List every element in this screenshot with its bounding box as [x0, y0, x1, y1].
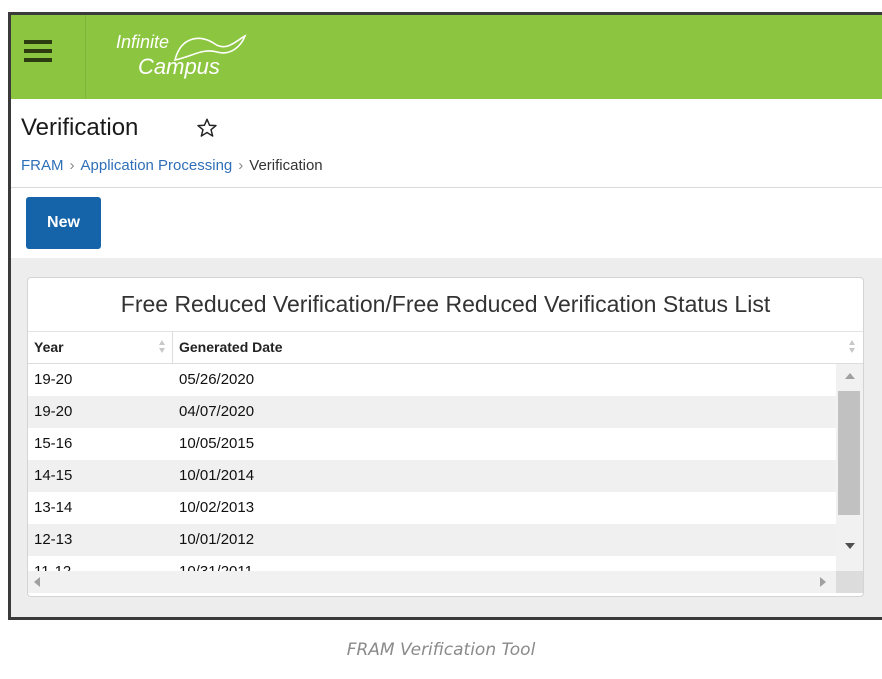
scrollbar-corner — [836, 571, 863, 593]
scroll-left-icon[interactable] — [34, 577, 40, 587]
scroll-down-icon[interactable] — [845, 543, 855, 549]
vertical-scrollbar[interactable] — [836, 364, 863, 571]
panel-title: Free Reduced Verification/Free Reduced V… — [28, 278, 863, 332]
column-header-generated-date[interactable]: Generated Date — [173, 331, 863, 363]
cell-year: 12-13 — [34, 531, 73, 548]
cell-year: 15-16 — [34, 435, 73, 452]
app-window: Infinite Campus Verification FRAM › Applic… — [8, 12, 882, 620]
scroll-right-icon[interactable] — [820, 577, 826, 587]
chevron-right-icon: › — [69, 157, 75, 174]
chevron-right-icon: › — [238, 157, 244, 174]
scroll-up-icon[interactable] — [845, 373, 855, 379]
breadcrumb-application-processing[interactable]: Application Processing — [81, 157, 233, 174]
column-header-year[interactable]: Year — [28, 331, 173, 363]
table-row[interactable]: 19-20 05/26/2020 — [28, 364, 836, 396]
logo-text-top: Infinite — [116, 32, 170, 52]
page-header: Verification FRAM › Application Processing… — [11, 99, 882, 188]
breadcrumb-verification: Verification — [249, 157, 323, 174]
top-bar: Infinite Campus — [11, 15, 882, 99]
sort-icon — [159, 340, 166, 354]
cell-generated-date: 10/05/2015 — [179, 435, 255, 452]
cell-year: 19-20 — [34, 403, 73, 420]
cell-generated-date: 10/01/2012 — [179, 531, 255, 548]
menu-button[interactable] — [11, 15, 86, 99]
table-row[interactable]: 11-12 10/31/2011 — [28, 556, 836, 571]
table-row[interactable]: 12-13 10/01/2012 — [28, 524, 836, 556]
infinite-campus-logo[interactable]: Infinite Campus — [116, 30, 276, 82]
column-header-label: Year — [34, 339, 64, 355]
breadcrumb: FRAM › Application Processing › Verification — [21, 157, 323, 174]
figure-caption: FRAM Verification Tool — [346, 640, 536, 660]
cell-year: 13-14 — [34, 499, 73, 516]
verification-list-panel: Free Reduced Verification/Free Reduced V… — [27, 277, 864, 597]
table-row[interactable]: 15-16 10/05/2015 — [28, 428, 836, 460]
table-body: 19-20 05/26/2020 19-20 04/07/2020 15-16 … — [28, 364, 836, 571]
cell-generated-date: 04/07/2020 — [179, 403, 255, 420]
table-row[interactable]: 14-15 10/01/2014 — [28, 460, 836, 492]
star-icon[interactable] — [196, 117, 218, 139]
page-title: Verification — [21, 114, 139, 141]
action-bar: New — [11, 188, 882, 258]
new-button[interactable]: New — [26, 197, 101, 249]
cell-generated-date: 10/02/2013 — [179, 499, 255, 516]
table-header: Year Generated Date — [28, 331, 863, 364]
menu-icon — [24, 39, 52, 63]
sort-icon — [849, 340, 856, 354]
cell-year: 14-15 — [34, 467, 73, 484]
cell-generated-date: 10/31/2011 — [179, 556, 253, 571]
cell-generated-date: 10/01/2014 — [179, 467, 255, 484]
breadcrumb-fram[interactable]: FRAM — [21, 157, 64, 174]
cell-generated-date: 05/26/2020 — [179, 371, 255, 388]
table-row[interactable]: 19-20 04/07/2020 — [28, 396, 836, 428]
column-header-label: Generated Date — [179, 339, 283, 355]
cell-year: 19-20 — [34, 371, 73, 388]
horizontal-scrollbar[interactable] — [28, 571, 836, 593]
cell-year: 11-12 — [34, 556, 71, 571]
verification-table: Year Generated Date 19-20 05/26/2020 19-… — [28, 331, 863, 596]
scrollbar-thumb[interactable] — [838, 391, 860, 515]
logo-swoosh-icon — [173, 34, 247, 62]
table-row[interactable]: 13-14 10/02/2013 — [28, 492, 836, 524]
